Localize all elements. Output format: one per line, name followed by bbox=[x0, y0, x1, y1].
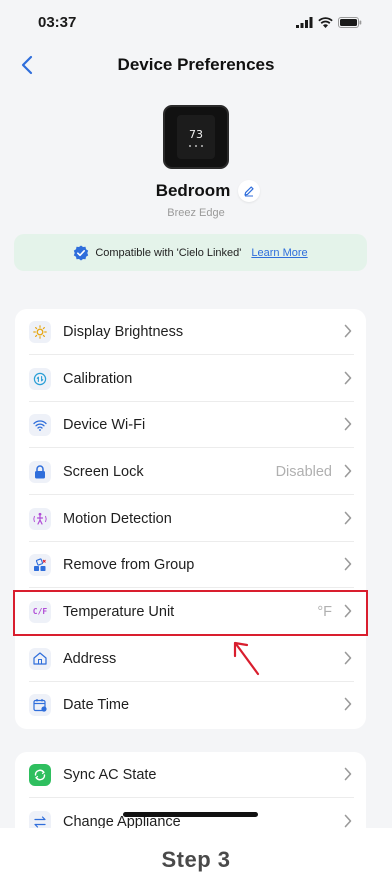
settings-card: Display Brightness Calibration Device Wi… bbox=[15, 309, 366, 729]
chevron-right-icon bbox=[344, 767, 352, 781]
row-sync-ac-state[interactable]: Sync AC State bbox=[29, 752, 354, 798]
nav-bar: Device Preferences bbox=[0, 46, 392, 84]
learn-more-link[interactable]: Learn More bbox=[251, 247, 307, 259]
status-bar: 03:37 bbox=[0, 0, 392, 44]
pencil-icon bbox=[244, 186, 254, 197]
chevron-right-icon bbox=[344, 417, 352, 431]
motion-icon bbox=[29, 507, 51, 530]
row-label: Calibration bbox=[63, 370, 133, 387]
row-calibration[interactable]: Calibration bbox=[29, 356, 354, 402]
verified-badge-icon bbox=[74, 245, 89, 260]
signal-icon bbox=[296, 16, 313, 28]
row-device-wifi[interactable]: Device Wi-Fi bbox=[29, 402, 354, 448]
step-caption: Step 3 bbox=[0, 828, 392, 892]
wifi-icon bbox=[29, 413, 51, 436]
chevron-right-icon bbox=[344, 324, 352, 338]
row-screen-lock[interactable]: Screen Lock Disabled bbox=[29, 449, 354, 495]
sync-icon bbox=[29, 763, 51, 786]
chevron-left-icon bbox=[21, 55, 33, 75]
chevron-right-icon bbox=[344, 557, 352, 571]
chevron-right-icon bbox=[344, 371, 352, 385]
status-time: 03:37 bbox=[38, 13, 77, 31]
row-value: Disabled bbox=[275, 463, 332, 480]
edit-name-button[interactable] bbox=[238, 180, 261, 202]
remove-group-icon bbox=[29, 553, 51, 576]
home-indicator bbox=[123, 812, 258, 817]
page-title: Device Preferences bbox=[117, 55, 275, 74]
device-screen: 73 bbox=[177, 115, 215, 159]
address-icon bbox=[29, 647, 51, 670]
device-image: 73 bbox=[163, 105, 229, 169]
compatibility-banner: Compatible with 'Cielo Linked' Learn Mor… bbox=[14, 234, 367, 271]
calendar-icon bbox=[29, 694, 51, 716]
step-label: Step 3 bbox=[161, 847, 231, 872]
lock-icon bbox=[29, 460, 51, 483]
chevron-right-icon bbox=[344, 651, 352, 665]
row-address[interactable]: Address bbox=[29, 636, 354, 682]
row-label: Screen Lock bbox=[63, 463, 144, 480]
row-display-brightness[interactable]: Display Brightness bbox=[29, 309, 354, 355]
row-label: Sync AC State bbox=[63, 766, 157, 783]
row-remove-from-group[interactable]: Remove from Group bbox=[29, 542, 354, 588]
calibration-icon bbox=[29, 367, 51, 390]
row-label: Device Wi-Fi bbox=[63, 416, 146, 433]
chevron-right-icon bbox=[344, 697, 352, 711]
row-label: Date Time bbox=[63, 697, 130, 713]
row-label: Display Brightness bbox=[63, 323, 184, 340]
chevron-right-icon bbox=[344, 464, 352, 478]
row-label: Remove from Group bbox=[63, 556, 195, 573]
row-label: Address bbox=[63, 650, 117, 667]
device-screen-temp: 73 bbox=[189, 127, 203, 141]
device-name: Bedroom bbox=[155, 181, 231, 200]
row-motion-detection[interactable]: Motion Detection bbox=[29, 496, 354, 542]
arrow-annotation-icon bbox=[233, 641, 260, 676]
highlight-annotation bbox=[13, 590, 368, 636]
compatibility-text: Compatible with 'Cielo Linked' bbox=[95, 246, 242, 259]
brightness-icon bbox=[29, 320, 51, 343]
row-label: Motion Detection bbox=[63, 510, 172, 527]
chevron-right-icon bbox=[344, 814, 352, 828]
device-model: Breez Edge bbox=[167, 207, 225, 219]
device-name-row: Bedroom bbox=[0, 180, 392, 202]
battery-icon bbox=[338, 16, 362, 28]
chevron-right-icon bbox=[344, 511, 352, 525]
status-icons bbox=[296, 16, 362, 28]
row-date-time[interactable]: Date Time bbox=[29, 682, 354, 728]
back-button[interactable] bbox=[12, 50, 42, 80]
wifi-icon bbox=[318, 16, 333, 28]
